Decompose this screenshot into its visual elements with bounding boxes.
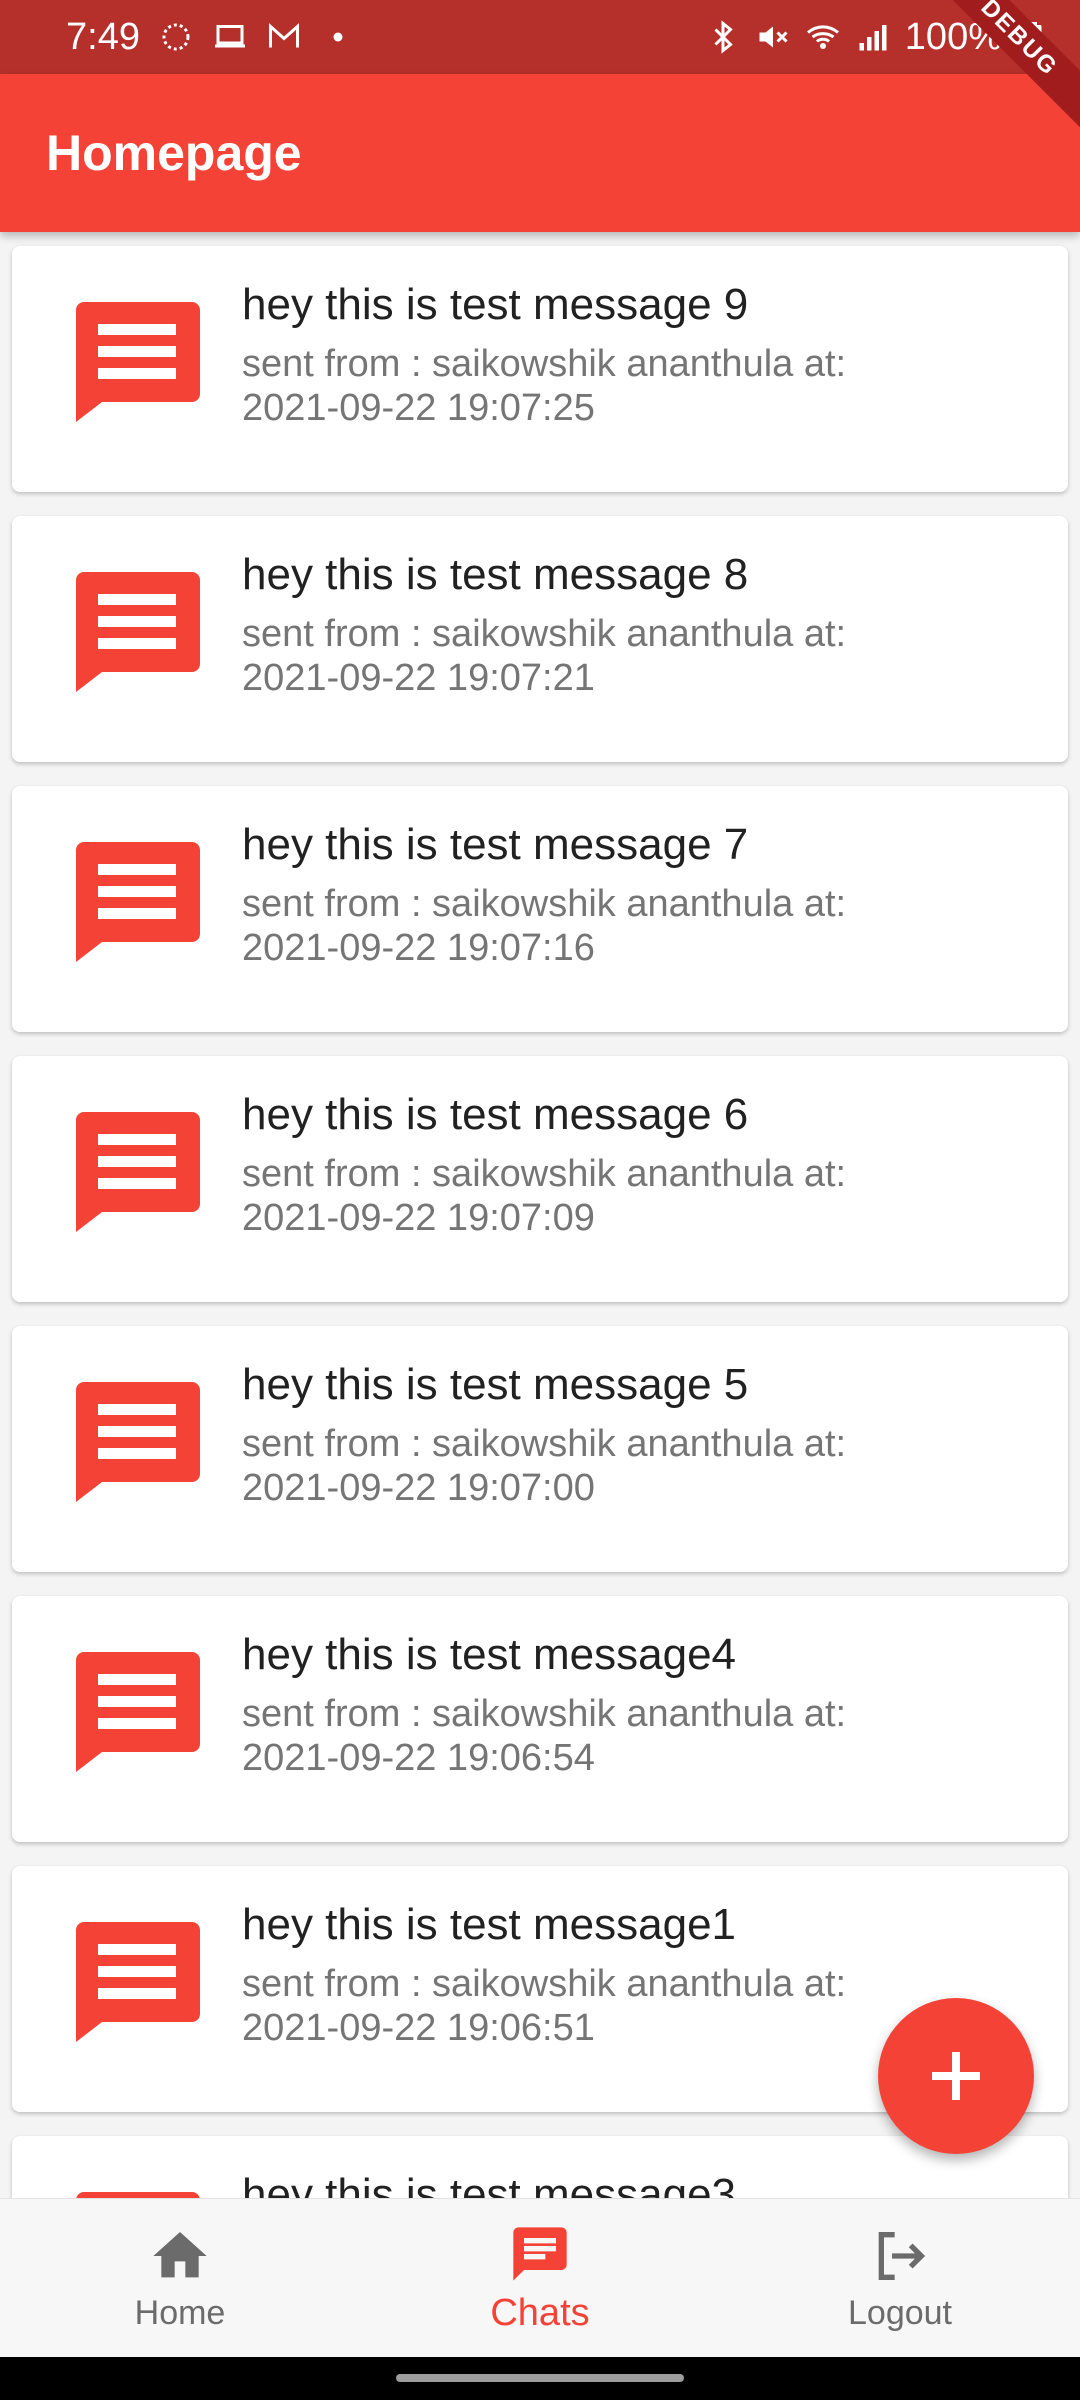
mute-icon xyxy=(755,19,791,55)
message-icon xyxy=(76,842,200,962)
nav-logout[interactable]: Logout xyxy=(720,2199,1080,2357)
message-card[interactable]: hey this is test message 8 sent from : s… xyxy=(12,516,1068,762)
message-card[interactable]: hey this is test message 5 sent from : s… xyxy=(12,1326,1068,1572)
status-left: 7:49 xyxy=(66,16,356,59)
message-title: hey this is test message1 xyxy=(242,1900,737,1949)
message-title: hey this is test message 9 xyxy=(242,280,749,329)
gmail-icon xyxy=(266,19,302,55)
message-sender: sent from : saikowshik ananthula at: xyxy=(242,343,847,385)
message-meta: sent from : saikowshik ananthula at: 2021… xyxy=(242,1692,942,1780)
message-time: 2021-09-22 19:07:09 xyxy=(242,1197,595,1239)
chat-icon xyxy=(508,2222,572,2286)
bottom-nav: Home Chats Logout xyxy=(0,2198,1080,2357)
app-bar: Homepage xyxy=(0,74,1080,232)
message-icon xyxy=(76,1652,200,1772)
plus-icon xyxy=(932,2052,980,2100)
sync-icon xyxy=(158,19,194,55)
message-icon xyxy=(76,572,200,692)
laptop-icon xyxy=(212,19,248,55)
message-meta: sent from : saikowshik ananthula at: 2021… xyxy=(242,882,942,970)
message-title: hey this is test message 8 xyxy=(242,550,749,599)
message-sender: sent from : saikowshik ananthula at: xyxy=(242,1423,847,1465)
message-sender: sent from : saikowshik ananthula at: xyxy=(242,883,847,925)
message-meta: sent from : saikowshik ananthula at: 2021… xyxy=(242,342,942,430)
message-time: 2021-09-22 19:07:21 xyxy=(242,657,595,699)
message-sender: sent from : saikowshik ananthula at: xyxy=(242,1153,847,1195)
message-meta: sent from : saikowshik ananthula at: 2021… xyxy=(242,1962,942,2050)
message-card[interactable]: hey this is test message3 xyxy=(12,2136,1068,2198)
nav-chats[interactable]: Chats xyxy=(360,2199,720,2357)
nav-chats-label: Chats xyxy=(490,2291,590,2334)
message-list[interactable]: hey this is test message 9 sent from : s… xyxy=(0,232,1080,2198)
add-message-button[interactable] xyxy=(878,1998,1034,2154)
status-bar: 7:49 100% xyxy=(0,0,1080,74)
message-sender: sent from : saikowshik ananthula at: xyxy=(242,1963,847,2005)
message-title: hey this is test message 5 xyxy=(242,1360,749,1409)
system-nav-bar xyxy=(0,2356,1080,2400)
nav-home-label: Home xyxy=(134,2293,226,2332)
message-time: 2021-09-22 19:07:25 xyxy=(242,387,595,429)
message-title: hey this is test message 7 xyxy=(242,820,749,869)
nav-logout-label: Logout xyxy=(848,2293,952,2332)
home-icon xyxy=(148,2224,212,2288)
message-time: 2021-09-22 19:07:00 xyxy=(242,1467,595,1509)
message-card[interactable]: hey this is test message 6 sent from : s… xyxy=(12,1056,1068,1302)
message-title: hey this is test message3 xyxy=(242,2170,737,2198)
message-icon xyxy=(76,1382,200,1502)
message-card[interactable]: hey this is test message4 sent from : sa… xyxy=(12,1596,1068,1842)
message-icon xyxy=(76,302,200,422)
message-sender: sent from : saikowshik ananthula at: xyxy=(242,613,847,655)
message-icon xyxy=(76,1922,200,2042)
message-card[interactable]: hey this is test message 7 sent from : s… xyxy=(12,786,1068,1032)
message-sender: sent from : saikowshik ananthula at: xyxy=(242,1693,847,1735)
dot-icon xyxy=(320,19,356,55)
status-time: 7:49 xyxy=(66,15,140,58)
message-title: hey this is test message 6 xyxy=(242,1090,749,1139)
message-meta: sent from : saikowshik ananthula at: 2021… xyxy=(242,1422,942,1510)
logout-icon xyxy=(868,2224,932,2288)
message-meta: sent from : saikowshik ananthula at: 2021… xyxy=(242,612,942,700)
message-card[interactable]: hey this is test message 9 sent from : s… xyxy=(12,246,1068,492)
home-indicator[interactable] xyxy=(396,2374,684,2382)
message-title: hey this is test message4 xyxy=(242,1630,737,1679)
message-time: 2021-09-22 19:07:16 xyxy=(242,927,595,969)
message-time: 2021-09-22 19:06:54 xyxy=(242,1737,595,1779)
message-meta: sent from : saikowshik ananthula at: 2021… xyxy=(242,1152,942,1240)
nav-home[interactable]: Home xyxy=(0,2199,360,2357)
signal-icon xyxy=(855,19,891,55)
message-time: 2021-09-22 19:06:51 xyxy=(242,2007,595,2049)
message-icon xyxy=(76,1112,200,1232)
page-title: Homepage xyxy=(46,125,302,181)
bluetooth-icon xyxy=(705,19,741,55)
wifi-icon xyxy=(805,19,841,55)
